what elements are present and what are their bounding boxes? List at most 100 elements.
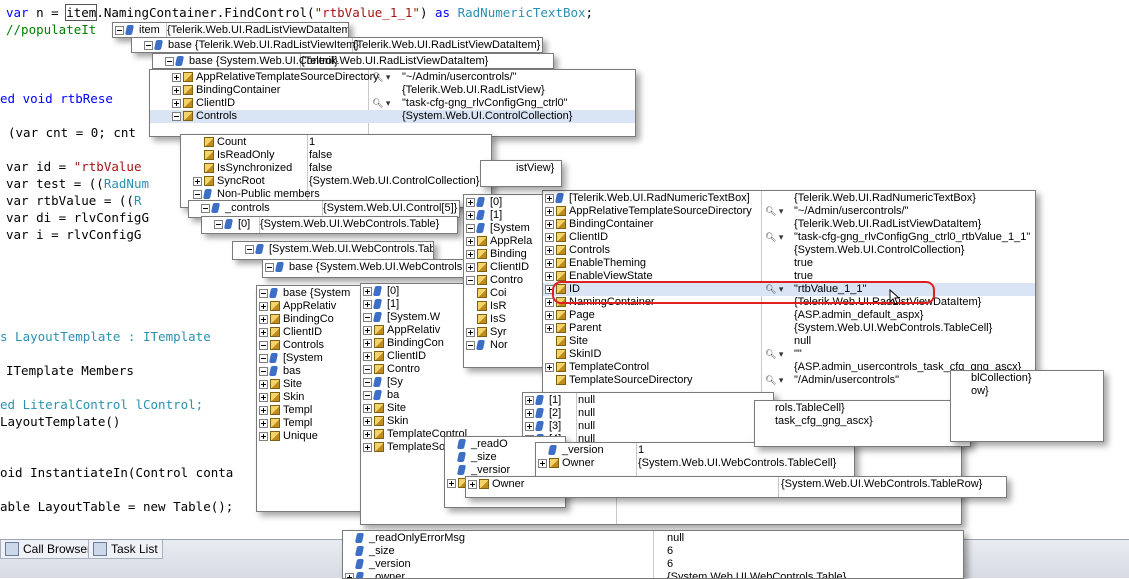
collapse-icon[interactable] [144, 41, 153, 50]
datatip-panel[interactable]: [0] {System.Web.UI.WebControls.Table} [201, 216, 458, 234]
member-value[interactable]: {System.Web.UI.ControlCollection} [794, 244, 964, 257]
datatip-row[interactable]: istView} [481, 162, 561, 175]
datatip-row[interactable]: [3] null [523, 420, 773, 433]
datatip-row[interactable]: Parent {System.Web.UI.WebControls.TableCe… [543, 322, 1035, 335]
datatip-row[interactable]: AppRelativeTemplateSourceDirectory 🔍︎ ▾ "~… [543, 205, 1035, 218]
expand-icon[interactable] [545, 194, 554, 203]
collapse-icon[interactable] [214, 220, 223, 229]
member-value[interactable]: null [794, 335, 811, 348]
member-value[interactable]: {Telerik.Web.UI.RadListViewDataItem} [794, 218, 981, 231]
visualizer-magnifier-icon[interactable]: 🔍︎ ▾ [372, 97, 390, 110]
datatip-row[interactable]: item {Telerik.Web.UI.RadListViewDataItem} [113, 24, 348, 37]
datatip-row[interactable]: _owner {System.Web.UI.WebControls.Table} [343, 571, 963, 578]
datatip-row[interactable]: [System.Web.UI.WebControls.Table] [233, 243, 433, 256]
datatip-row[interactable]: [2] null [523, 407, 773, 420]
datatip-panel[interactable]: item {Telerik.Web.UI.RadListViewDataItem} [112, 22, 349, 38]
datatip-row[interactable]: Controls {System.Web.UI.ControlCollection… [150, 110, 635, 123]
expand-icon[interactable] [193, 177, 202, 186]
collapse-icon[interactable] [259, 289, 268, 298]
collapse-icon[interactable] [259, 367, 268, 376]
expand-icon[interactable] [363, 287, 372, 296]
datatip-row[interactable]: base {System.Web.UI.WebControls.W [263, 261, 463, 274]
tab-call-browser[interactable]: Call Browser [0, 540, 97, 559]
expand-icon[interactable] [259, 328, 268, 337]
datatip-row[interactable]: blCollection} [951, 372, 1103, 385]
member-value[interactable]: "task-cfg-gng_rlvConfigGng_ctrl0_rtbValu… [794, 231, 1030, 244]
datatip-panel[interactable]: _version 1 Owner {System.Web.UI.WebControls… [535, 442, 855, 480]
expand-icon[interactable] [466, 198, 475, 207]
member-value[interactable]: {System.Web.UI.WebControls.TableCell} [794, 322, 992, 335]
datatip-row[interactable]: ClientID 🔍︎ ▾ "task-cfg-gng_rlvConfigGng_c… [543, 231, 1035, 244]
member-value[interactable]: rols.TableCell} [775, 402, 845, 415]
expand-icon[interactable] [259, 380, 268, 389]
member-value[interactable]: {ASP.admin_default_aspx} [794, 309, 923, 322]
tab-task-list[interactable]: Task List [88, 540, 163, 559]
collapse-icon[interactable] [259, 354, 268, 363]
datatip-row[interactable]: IsReadOnly false [181, 149, 491, 162]
expand-icon[interactable] [259, 302, 268, 311]
datatip-row[interactable]: [1] null [523, 394, 773, 407]
collapse-icon[interactable] [193, 190, 202, 199]
member-value[interactable]: "/Admin/usercontrols" [794, 374, 899, 387]
expand-icon[interactable] [259, 393, 268, 402]
member-value[interactable]: istView} [516, 162, 554, 175]
member-value[interactable]: task_cfg_gng_ascx} [775, 415, 873, 428]
member-value[interactable]: true [794, 257, 813, 270]
datatip-row[interactable]: ClientID 🔍︎ ▾ "task-cfg-gng_rlvConfigGng_c… [150, 97, 635, 110]
member-value[interactable]: 6 [667, 545, 673, 558]
expand-icon[interactable] [363, 326, 372, 335]
collapse-icon[interactable] [265, 263, 274, 272]
expand-icon[interactable] [466, 211, 475, 220]
collapse-icon[interactable] [259, 341, 268, 350]
member-value[interactable]: blCollection} [971, 372, 1032, 385]
expand-icon[interactable] [447, 479, 456, 488]
expand-icon[interactable] [545, 233, 554, 242]
collapse-icon[interactable] [466, 341, 475, 350]
datatip-row[interactable]: BindingContainer {Telerik.Web.UI.RadListV… [150, 84, 635, 97]
expand-icon[interactable] [525, 396, 534, 405]
collapse-icon[interactable] [115, 26, 124, 35]
expand-icon[interactable] [538, 459, 547, 468]
member-value[interactable]: 1 [638, 444, 644, 457]
expand-icon[interactable] [259, 406, 268, 415]
expand-icon[interactable] [259, 315, 268, 324]
member-value[interactable]: 1 [309, 136, 315, 149]
expand-icon[interactable] [172, 86, 181, 95]
datatip-panel[interactable]: _readOnlyErrorMsg null _size 6 _version 6 _own… [342, 530, 964, 579]
datatip-row[interactable]: _controls {System.Web.UI.Control[5]} [189, 202, 459, 215]
member-value[interactable]: {System.Web.UI.ControlCollection} [309, 175, 479, 188]
datatip-panel[interactable]: Count 1 IsReadOnly false IsSynchronized false… [180, 134, 492, 208]
expand-icon[interactable] [363, 339, 372, 348]
member-value[interactable]: ow} [971, 385, 989, 398]
datatip-row[interactable]: [0] {System.Web.UI.WebControls.Table} [202, 218, 457, 231]
datatip-row[interactable]: base {Telerik.Web.UI.RadListViewItem} {Te… [132, 39, 542, 52]
member-value[interactable]: {System.Web.UI.Control[5]} [323, 202, 457, 215]
expand-icon[interactable] [363, 430, 372, 439]
expand-icon[interactable] [259, 419, 268, 428]
collapse-icon[interactable] [363, 391, 372, 400]
datatip-panel[interactable]: Owner {System.Web.UI.WebControls.TableRow… [465, 476, 1007, 498]
visualizer-magnifier-icon[interactable]: 🔍︎ ▾ [765, 374, 783, 387]
member-value[interactable]: "~/Admin/usercontrols/" [794, 205, 909, 218]
datatip-row[interactable]: SyncRoot {System.Web.UI.ControlCollection… [181, 175, 491, 188]
datatip-row[interactable]: BindingContainer {Telerik.Web.UI.RadListV… [543, 218, 1035, 231]
member-value[interactable]: {Telerik.Web.UI.RadListViewDataItem} [353, 39, 540, 52]
datatip-row[interactable]: Site null [543, 335, 1035, 348]
collapse-icon[interactable] [466, 276, 475, 285]
datatip-row[interactable]: IsSynchronized false [181, 162, 491, 175]
member-value[interactable]: null [578, 420, 595, 433]
datatip-row[interactable]: Owner {System.Web.UI.WebControls.TableCel… [536, 457, 854, 470]
expand-icon[interactable] [545, 220, 554, 229]
datatip-row[interactable]: _readOnlyErrorMsg null [343, 532, 963, 545]
member-value[interactable]: {System.Web.UI.WebControls.TableRow} [781, 478, 982, 491]
expand-icon[interactable] [468, 480, 477, 489]
datatip-row[interactable]: EnableTheming true [543, 257, 1035, 270]
visualizer-magnifier-icon[interactable]: 🔍︎ ▾ [765, 231, 783, 244]
member-value[interactable]: {System.Web.UI.WebControls.TableCell} [638, 457, 836, 470]
collapse-icon[interactable] [245, 245, 254, 254]
expand-icon[interactable] [172, 99, 181, 108]
datatip-row[interactable]: [Telerik.Web.UI.RadNumericTextBox] {Teler… [543, 192, 1035, 205]
datatip-row[interactable]: Controls {System.Web.UI.ControlCollection… [543, 244, 1035, 257]
member-value[interactable]: {Telerik.Web.UI.RadNumericTextBox} [794, 192, 976, 205]
expand-icon[interactable] [363, 352, 372, 361]
